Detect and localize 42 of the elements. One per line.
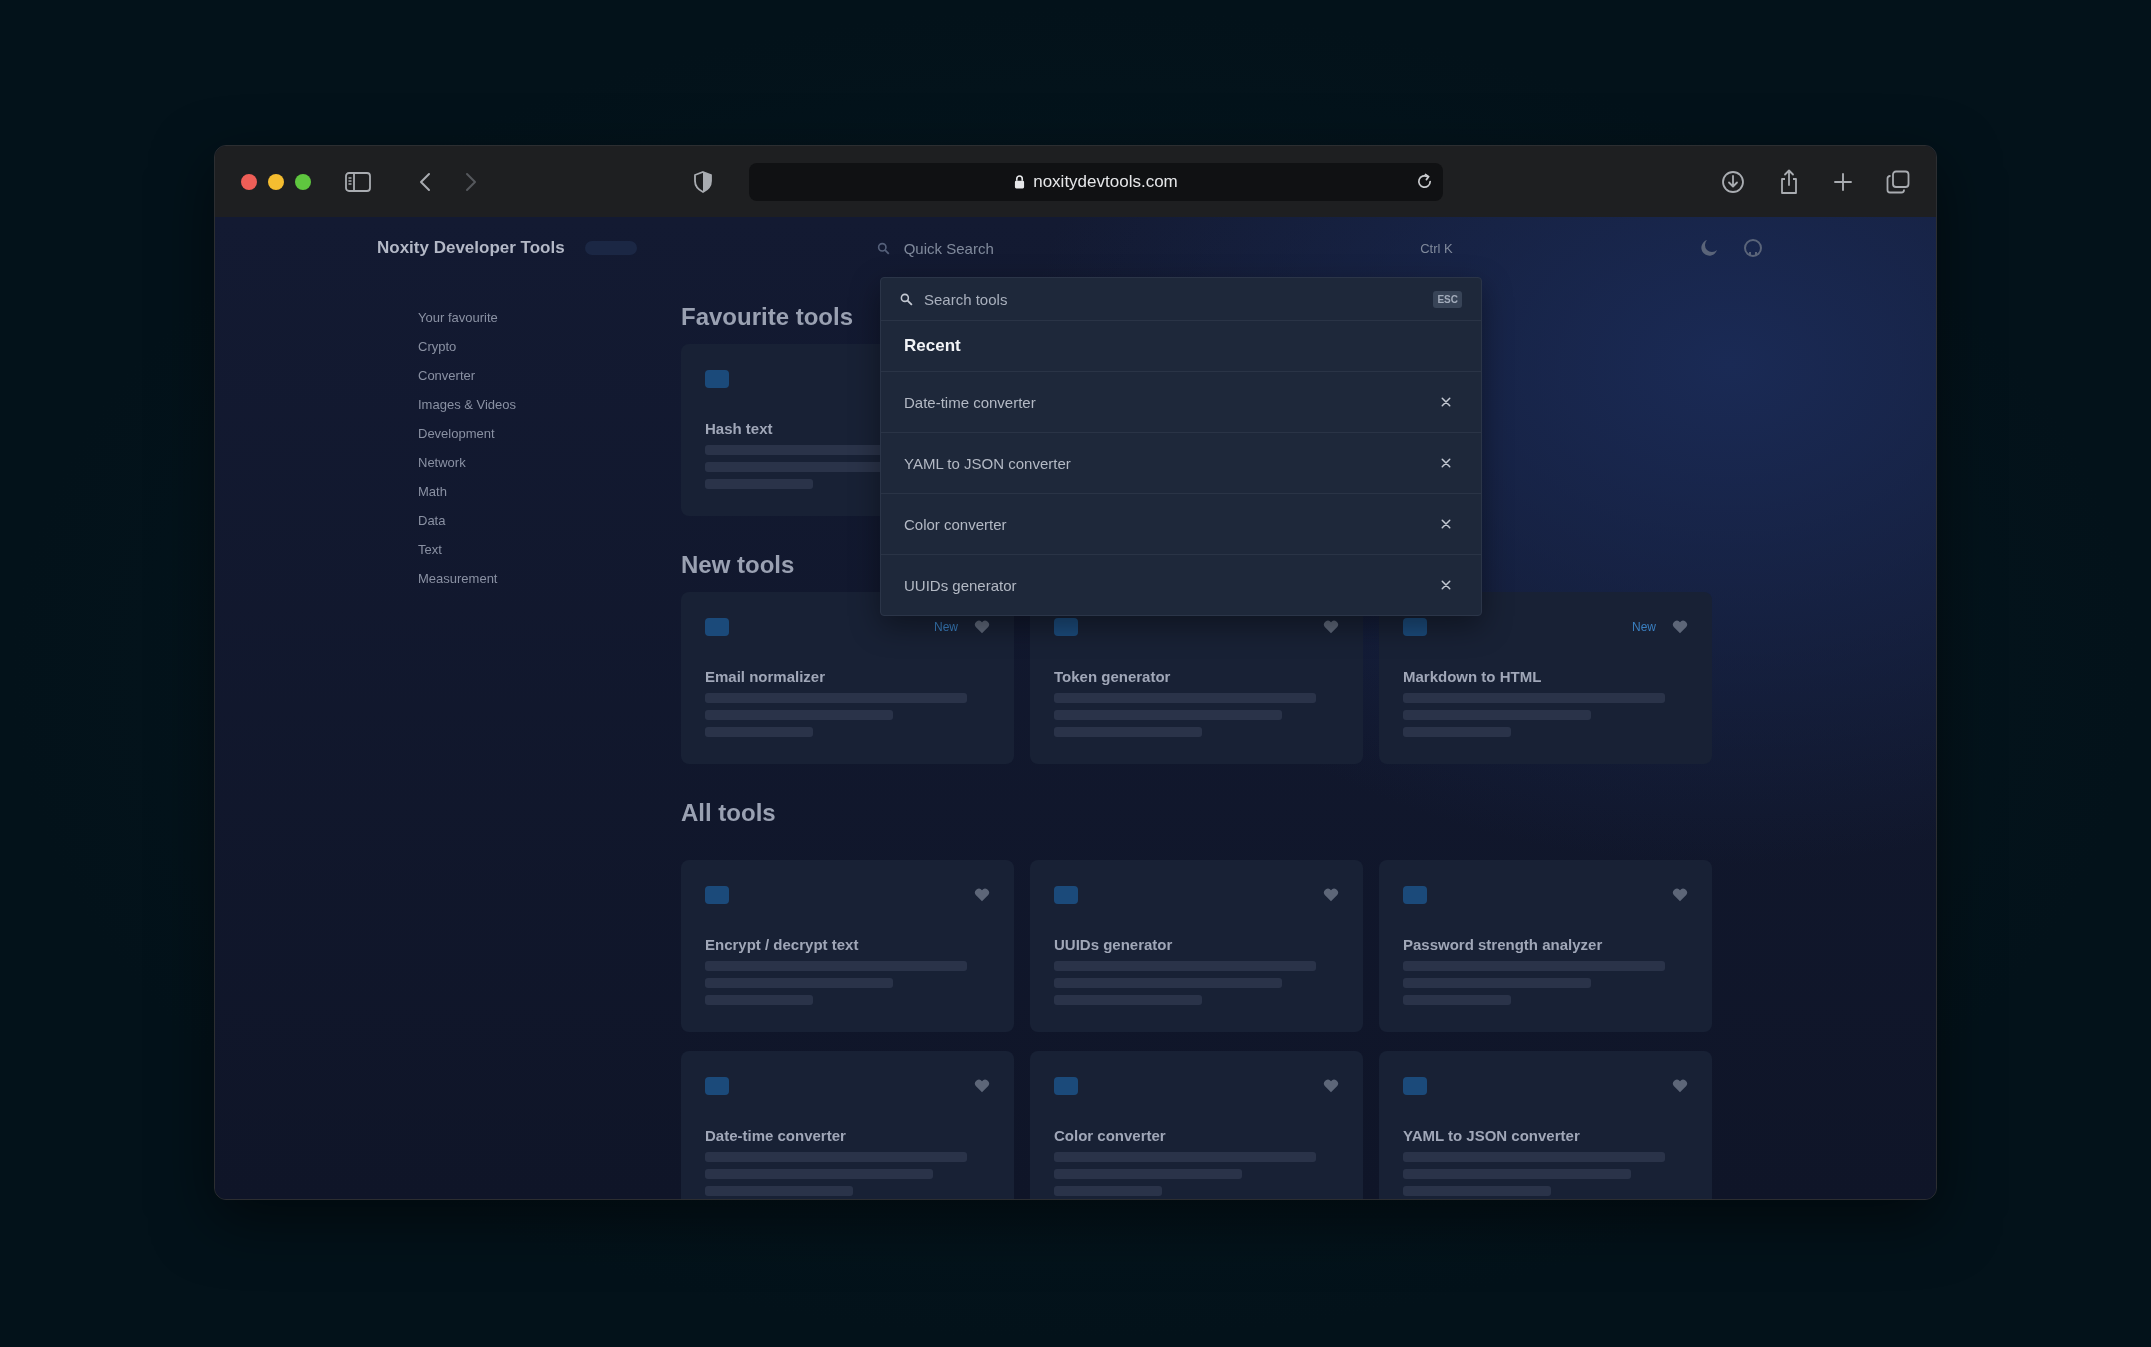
sidebar-item[interactable]: Your favourite (418, 309, 498, 327)
sidebar-item[interactable]: Images & Videos (418, 396, 517, 414)
search-input[interactable]: Search tools (924, 290, 1423, 308)
tool-card[interactable]: New Markdown to HTML (1379, 592, 1712, 764)
section-heading: All tools (681, 798, 776, 828)
tool-card[interactable]: Encrypt / decrypt text (681, 860, 1014, 1032)
tool-title: Color converter (1054, 1127, 1167, 1144)
new-label: New (934, 620, 958, 634)
recent-heading: Recent (881, 321, 1481, 372)
tool-title: Date-time converter (705, 1127, 847, 1144)
section-heading: Favourite tools (681, 302, 854, 332)
brand-title[interactable]: Noxity Developer Tools (377, 238, 565, 258)
tool-card[interactable]: Date-time converter (681, 1051, 1014, 1199)
escape-key-hint: ESC (1433, 290, 1462, 308)
recent-item[interactable]: YAML to JSON converter (881, 433, 1481, 494)
tool-card[interactable]: YAML to JSON converter (1379, 1051, 1712, 1199)
tool-title: YAML to JSON converter (1403, 1127, 1581, 1144)
tool-title: Token generator (1054, 668, 1172, 685)
sidebar-item[interactable]: Crypto (418, 338, 457, 356)
tool-title: UUIDs generator (1054, 936, 1174, 953)
sidebar-item[interactable]: Converter (418, 367, 476, 385)
url-text: noxitydevtools.com (1033, 171, 1178, 192)
recent-item[interactable]: Color converter (881, 494, 1481, 555)
tool-title: Encrypt / decrypt text (705, 936, 860, 953)
sidebar-item[interactable]: Measurement (418, 570, 498, 588)
sidebar-item[interactable]: Network (418, 454, 466, 472)
tool-card[interactable]: UUIDs generator (1030, 860, 1363, 1032)
tool-title: Email normalizer (705, 668, 827, 685)
address-bar[interactable]: noxitydevtools.com (749, 162, 1443, 201)
tool-title: Hash text (705, 420, 774, 437)
recent-item[interactable]: Date-time converter (881, 372, 1481, 433)
sidebar-item[interactable]: Data (418, 512, 446, 530)
section-heading: New tools (681, 550, 795, 580)
tool-card[interactable]: Password strength analyzer (1379, 860, 1712, 1032)
tool-card[interactable]: Color converter (1030, 1051, 1363, 1199)
tool-title: Markdown to HTML (1403, 668, 1543, 685)
quick-search-field[interactable]: Quick Search Ctrl K (864, 233, 1465, 263)
sidebar-item[interactable]: Development (418, 425, 495, 443)
new-label: New (1632, 620, 1656, 634)
sidebar-item[interactable]: Math (418, 483, 447, 501)
tool-title: Password strength analyzer (1403, 936, 1604, 953)
sidebar-item[interactable]: Text (418, 541, 442, 559)
